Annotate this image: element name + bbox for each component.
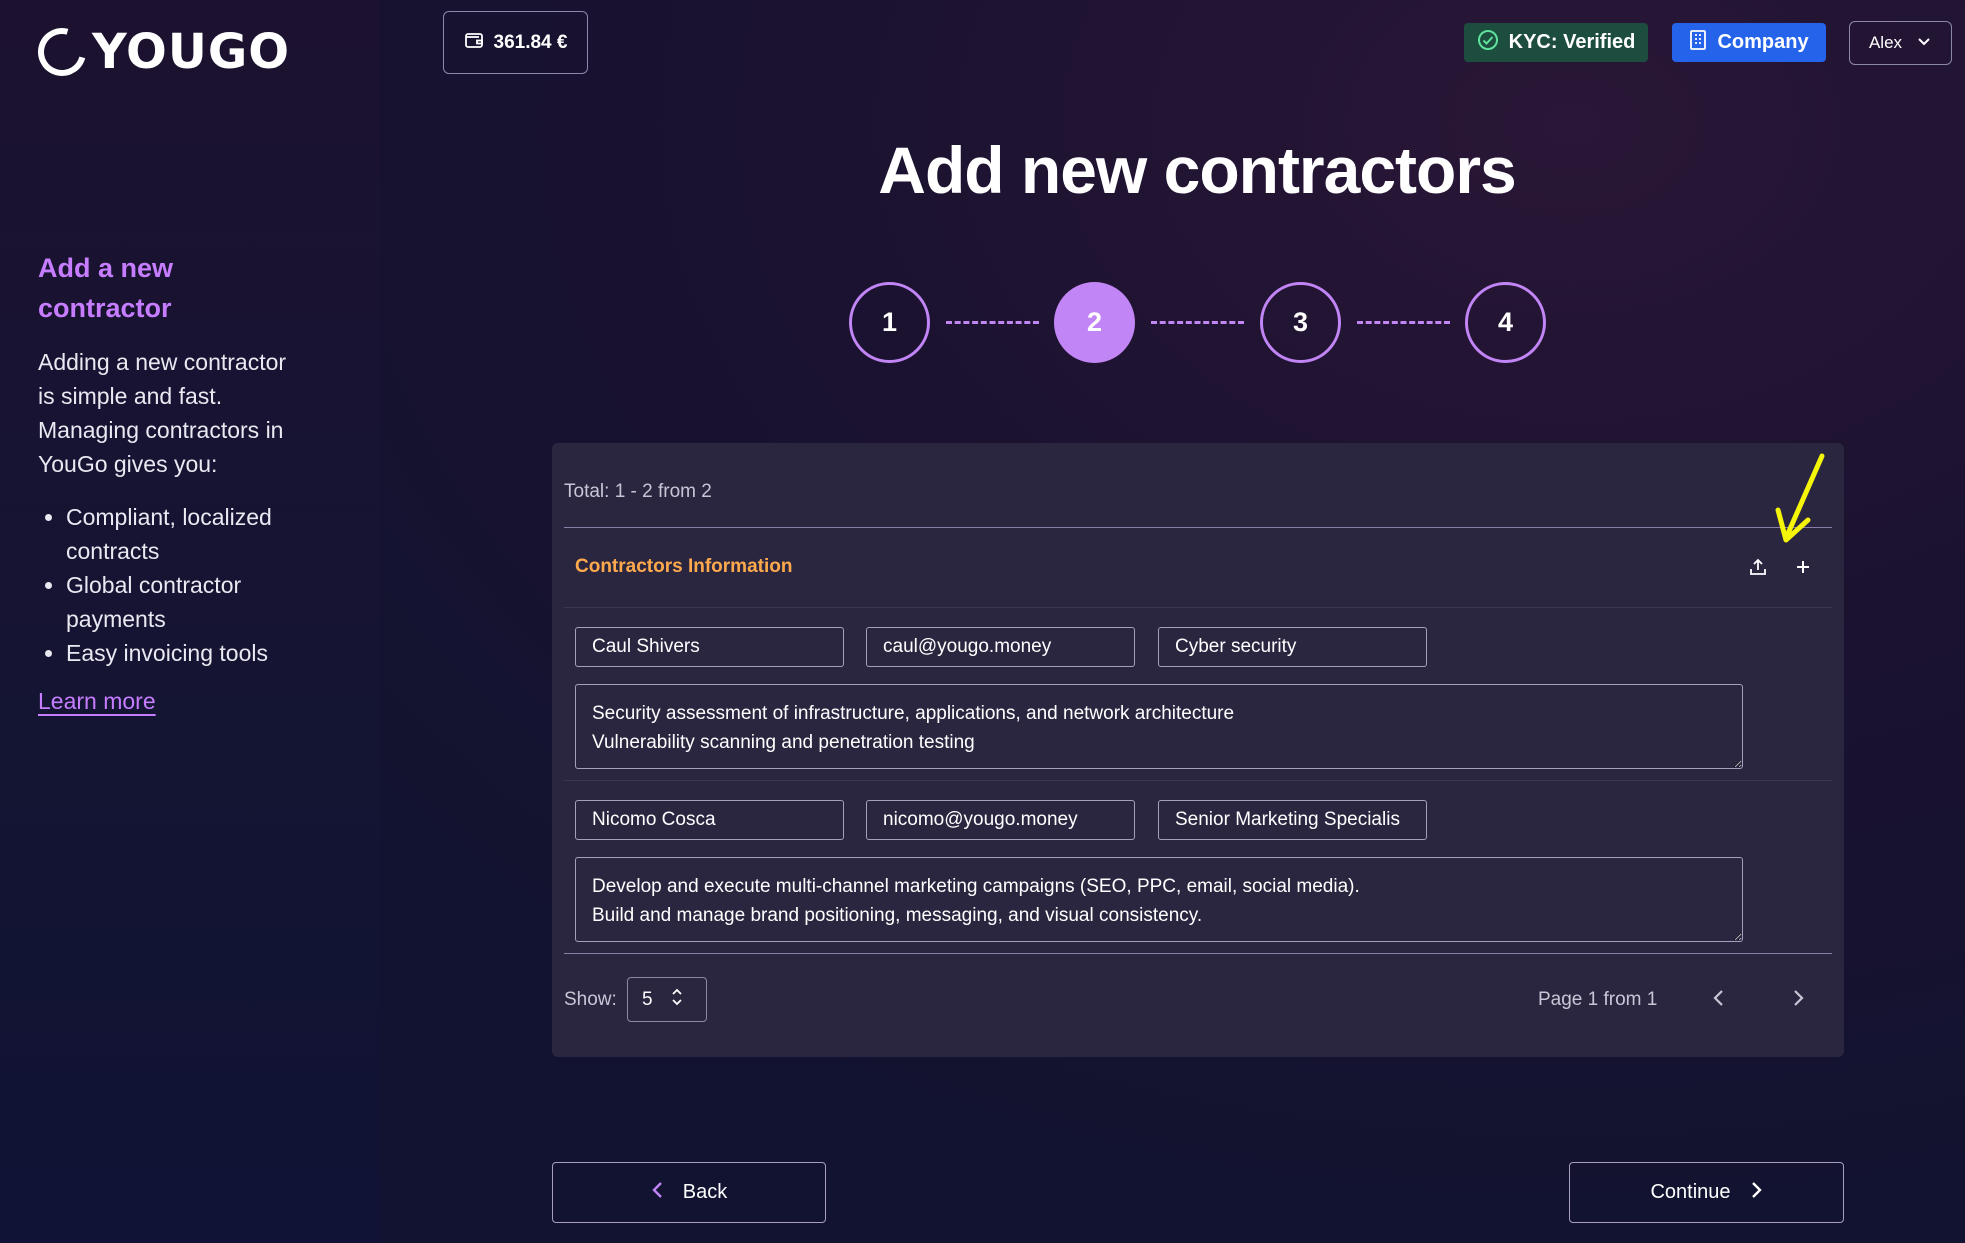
page-size-select[interactable]: 5: [627, 977, 707, 1022]
annotation-arrow: [1770, 452, 1830, 557]
chevron-right-icon: [1749, 1180, 1763, 1206]
contractor-email-field[interactable]: [866, 800, 1135, 840]
back-button[interactable]: Back: [552, 1162, 826, 1223]
chevron-right-icon[interactable]: [1778, 978, 1818, 1018]
sidebar-intro: Adding a new contractor is simple and fa…: [38, 349, 287, 477]
step-connector: [1151, 321, 1244, 324]
step-1[interactable]: 1: [849, 282, 930, 363]
benefit-item: Compliant, localized contracts: [66, 500, 336, 568]
company-button[interactable]: Company: [1672, 23, 1826, 62]
building-icon: [1689, 29, 1707, 57]
section-title: Contractors Information: [575, 556, 793, 577]
page-info: Page 1 from 1: [1538, 989, 1658, 1010]
check-circle-icon: [1477, 29, 1499, 57]
continue-label: Continue: [1650, 1181, 1731, 1203]
divider: [564, 953, 1832, 954]
page-size-value: 5: [642, 988, 653, 1010]
logo[interactable]: YOUGO: [29, 19, 291, 85]
show-label: Show:: [564, 989, 617, 1010]
balance-button[interactable]: 361.84 €: [443, 11, 588, 74]
upload-icon[interactable]: [1745, 554, 1771, 580]
step-connector: [1357, 321, 1450, 324]
kyc-label: KYC: Verified: [1508, 31, 1636, 53]
divider: [564, 607, 1832, 608]
chevron-left-icon[interactable]: [1699, 978, 1739, 1018]
sidebar-title: Add a new contractor: [38, 253, 174, 323]
contractor-description-field[interactable]: Security assessment of infrastructure, a…: [575, 684, 1743, 769]
wallet-icon: [464, 30, 484, 56]
logo-text: YOUGO: [92, 24, 291, 80]
updown-icon: [671, 988, 683, 1012]
contractor-role-field[interactable]: [1158, 627, 1427, 667]
chevron-down-icon: [1916, 33, 1932, 54]
chevron-left-icon: [651, 1180, 665, 1206]
user-name: Alex: [1868, 33, 1903, 52]
stepper: 1 2 3 4: [849, 282, 1546, 363]
divider: [564, 780, 1832, 781]
step-3[interactable]: 3: [1260, 282, 1341, 363]
step-2[interactable]: 2: [1054, 282, 1135, 363]
benefit-item: Easy invoicing tools: [66, 636, 336, 670]
contractor-description-field[interactable]: Develop and execute multi-channel market…: [575, 857, 1743, 942]
company-label: Company: [1717, 31, 1809, 53]
plus-icon[interactable]: [1790, 554, 1816, 580]
contractor-email-field[interactable]: [866, 627, 1135, 667]
continue-button[interactable]: Continue: [1569, 1162, 1844, 1223]
balance-amount: 361.84 €: [493, 31, 568, 53]
page-title: Add new contractors: [878, 133, 1516, 207]
learn-more-link[interactable]: Learn more: [38, 688, 156, 715]
benefit-item: Global contractor payments: [66, 568, 336, 636]
user-menu[interactable]: Alex: [1849, 21, 1952, 65]
benefits-list: Compliant, localized contracts Global co…: [38, 500, 336, 670]
step-4[interactable]: 4: [1465, 282, 1546, 363]
contractor-role-field[interactable]: [1158, 800, 1427, 840]
divider: [564, 527, 1832, 528]
total-count: Total: 1 - 2 from 2: [564, 481, 712, 502]
kyc-status-badge[interactable]: KYC: Verified: [1464, 23, 1648, 62]
step-connector: [946, 321, 1039, 324]
contractors-panel: Total: 1 - 2 from 2 Contractors Informat…: [552, 443, 1844, 1057]
logo-ring-icon: [29, 19, 95, 85]
contractor-name-field[interactable]: [575, 800, 844, 840]
back-label: Back: [682, 1181, 728, 1203]
sidebar: YOUGO Add a new contractor Adding a new …: [0, 0, 380, 1243]
contractor-name-field[interactable]: [575, 627, 844, 667]
